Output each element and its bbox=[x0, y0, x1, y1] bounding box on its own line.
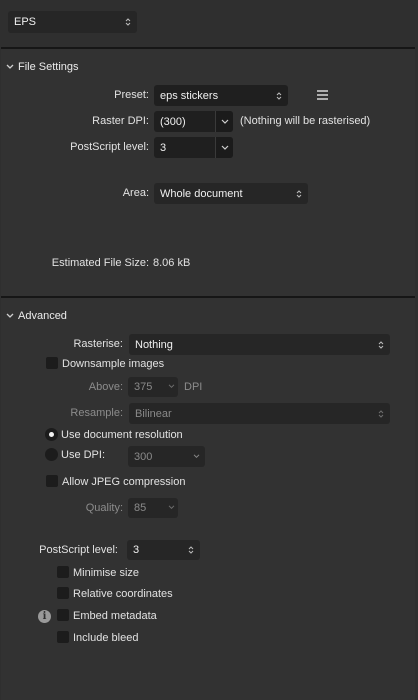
preset-select-value: eps stickers bbox=[160, 89, 219, 102]
use-dpi-radio[interactable] bbox=[45, 448, 58, 461]
area-select-value: Whole document bbox=[160, 187, 243, 200]
minimise-size-checkbox[interactable] bbox=[57, 566, 69, 578]
updown-arrows-icon bbox=[378, 340, 384, 349]
updown-arrows-icon bbox=[378, 409, 384, 418]
relative-coordinates-label: Relative coordinates bbox=[73, 588, 173, 600]
quality-value: 85 bbox=[134, 502, 147, 514]
preset-select[interactable]: eps stickers bbox=[154, 85, 288, 106]
above-unit: DPI bbox=[184, 381, 203, 393]
use-document-resolution-radio[interactable] bbox=[45, 428, 58, 441]
updown-arrows-icon bbox=[188, 546, 194, 554]
chevron-down-icon bbox=[221, 119, 229, 124]
use-dpi-label: Use DPI: bbox=[61, 449, 106, 461]
file-settings-title: File Settings bbox=[18, 61, 79, 73]
format-select[interactable]: EPS bbox=[8, 11, 137, 33]
allow-jpeg-label: Allow JPEG compression bbox=[62, 476, 186, 488]
resample-select-value: Bilinear bbox=[135, 407, 172, 420]
advanced-panel: Advanced Rasterise: Nothing Downsample i… bbox=[1, 296, 415, 700]
updown-arrows-icon bbox=[296, 189, 302, 198]
chevron-down-icon bbox=[193, 454, 200, 459]
chevron-down-icon[interactable] bbox=[6, 64, 14, 70]
above-value: 375 bbox=[134, 381, 153, 393]
above-label: Above: bbox=[88, 381, 123, 393]
downsample-checkbox[interactable] bbox=[46, 357, 58, 369]
raster-dpi-value: (300) bbox=[160, 115, 186, 128]
updown-arrows-icon bbox=[276, 91, 282, 100]
postscript-level-value: 3 bbox=[160, 141, 167, 154]
raster-note: (Nothing will be rasterised) bbox=[240, 115, 371, 127]
rasterise-label: Rasterise: bbox=[73, 338, 123, 350]
chevron-down-icon[interactable] bbox=[6, 313, 14, 319]
rasterise-select-value: Nothing bbox=[135, 338, 173, 351]
relative-coordinates-checkbox[interactable] bbox=[57, 587, 69, 599]
chevron-down-icon bbox=[168, 384, 175, 389]
allow-jpeg-checkbox[interactable] bbox=[46, 475, 58, 487]
format-select-value: EPS bbox=[14, 16, 37, 28]
resample-select[interactable]: Bilinear bbox=[129, 403, 390, 424]
include-bleed-label: Include bleed bbox=[73, 632, 139, 644]
use-document-resolution-label: Use document resolution bbox=[61, 429, 183, 441]
downsample-label: Downsample images bbox=[62, 358, 165, 370]
include-bleed-checkbox[interactable] bbox=[57, 631, 69, 643]
estimated-size-value: 8.06 kB bbox=[153, 257, 191, 269]
minimise-size-label: Minimise size bbox=[73, 567, 140, 579]
raster-dpi-label: Raster DPI: bbox=[92, 115, 149, 127]
info-icon[interactable]: i bbox=[38, 610, 51, 623]
rasterise-select[interactable]: Nothing bbox=[129, 334, 390, 355]
estimated-size-label: Estimated File Size: bbox=[51, 257, 149, 269]
preset-label: Preset: bbox=[114, 89, 149, 101]
postscript-level-dropdown[interactable] bbox=[215, 137, 233, 158]
embed-metadata-checkbox[interactable] bbox=[57, 609, 69, 621]
adv-postscript-level-label: PostScript level: bbox=[39, 544, 118, 556]
chevron-down-icon bbox=[168, 505, 175, 510]
area-label: Area: bbox=[122, 187, 149, 199]
chevron-down-icon bbox=[221, 145, 229, 150]
advanced-title: Advanced bbox=[18, 310, 67, 322]
hamburger-menu-icon[interactable] bbox=[317, 90, 328, 100]
quality-label: Quality: bbox=[85, 502, 123, 514]
embed-metadata-label: Embed metadata bbox=[73, 610, 157, 622]
file-settings-panel: File Settings Preset: eps stickers Raste… bbox=[1, 47, 415, 297]
adv-postscript-level-value: 3 bbox=[133, 544, 140, 556]
adv-postscript-level-select[interactable]: 3 bbox=[127, 540, 200, 560]
updown-arrows-icon bbox=[125, 18, 131, 26]
postscript-level-label: PostScript level: bbox=[70, 141, 149, 153]
resample-label: Resample: bbox=[70, 407, 123, 419]
use-dpi-value: 300 bbox=[134, 450, 153, 463]
area-select[interactable]: Whole document bbox=[154, 183, 308, 204]
raster-dpi-dropdown[interactable] bbox=[215, 111, 233, 132]
